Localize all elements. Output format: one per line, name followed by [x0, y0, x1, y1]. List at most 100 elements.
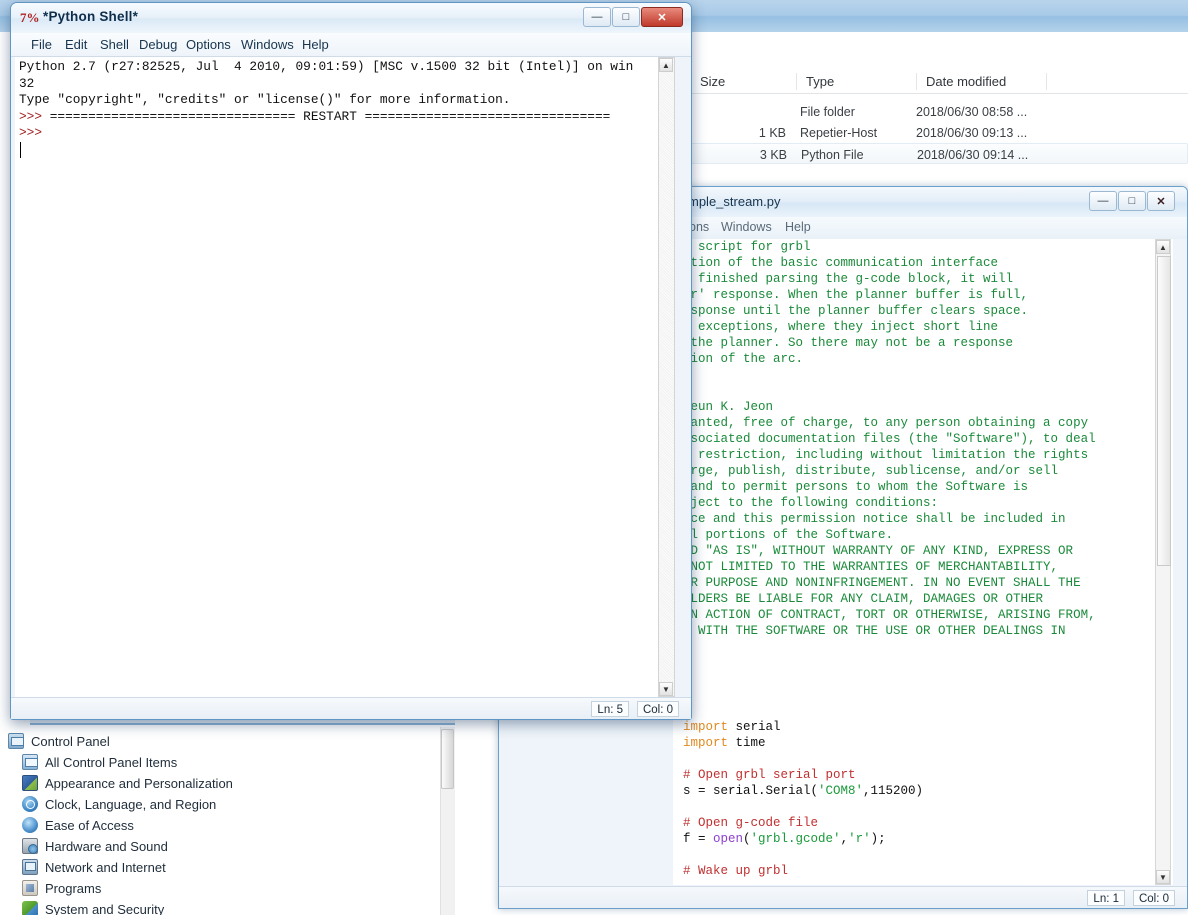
sidebar-item-control-panel[interactable]: Control Panel — [8, 731, 110, 752]
editor-code-line: # Open grbl serial port — [683, 768, 856, 782]
editor-docstring-line: al portions of the Software. — [683, 528, 894, 542]
programs-icon — [22, 880, 38, 896]
sidebar-item-clock-language-and-region[interactable]: Clock, Language, and Region — [22, 794, 216, 815]
system-security-icon — [22, 901, 38, 915]
sidebar-item-programs[interactable]: Programs — [22, 878, 101, 899]
editor-docstring-line: N WITH THE SOFTWARE OR THE USE OR OTHER … — [683, 624, 1066, 638]
sidebar-item-label: Programs — [45, 881, 102, 896]
editor-docstring-line: AN ACTION OF CONTRACT, TORT OR OTHERWISE… — [683, 608, 1096, 622]
editor-blank-line — [673, 655, 1173, 671]
restore-button[interactable]: □ — [1118, 191, 1146, 211]
menu-help[interactable]: Help — [785, 220, 811, 234]
column-header-size[interactable]: Size — [690, 73, 796, 90]
clock-icon — [22, 796, 38, 812]
editor-blank-line — [673, 703, 1173, 719]
editor-docstring-line: OLDERS BE LIABLE FOR ANY CLAIM, DAMAGES … — [683, 592, 1044, 606]
sidebar-item-system-and-security[interactable]: System and Security — [22, 899, 164, 915]
editor-scrollbar-thumb[interactable] — [1157, 256, 1171, 566]
editor-docstring-line: ED "AS IS", WITHOUT WARRANTY OF ANY KIND… — [683, 544, 1074, 558]
shell-vertical-scrollbar[interactable]: ▲ ▼ — [658, 57, 675, 697]
sidebar-item-hardware-and-sound[interactable]: Hardware and Sound — [22, 836, 168, 857]
network-icon — [22, 859, 38, 875]
minimize-button[interactable]: — — [1089, 191, 1117, 211]
ease-of-access-icon — [22, 817, 38, 833]
menu-windows[interactable]: Windows — [721, 220, 772, 234]
explorer-column-header: Size Type Date modified — [690, 68, 1188, 94]
minimize-button[interactable]: — — [583, 7, 611, 27]
python-shell-window[interactable]: 7% *Python Shell* — □ ✕ File Edit Shell … — [10, 2, 692, 720]
editor-docstring-line: ation of the basic communication interfa… — [683, 256, 999, 270]
menu-shell[interactable]: Shell — [100, 37, 129, 52]
editor-docstring-line — [673, 367, 1173, 383]
cell-date-modified: 2018/06/30 08:58 ... — [916, 105, 1028, 119]
editor-code-line: # Open g-code file — [683, 816, 819, 830]
sidebar-item-label: Control Panel — [31, 734, 110, 749]
scroll-down-arrow-icon[interactable]: ▼ — [659, 682, 673, 696]
shell-menubar: File Edit Shell Debug Options Windows He… — [11, 33, 691, 57]
table-row[interactable]: File folder 2018/06/30 08:58 ... — [690, 101, 1188, 122]
sidebar-item-all-control-panel-items[interactable]: All Control Panel Items — [22, 752, 177, 773]
table-row[interactable]: 1 KB Repetier-Host 2018/06/30 09:13 ... — [690, 122, 1188, 143]
cell-date-modified: 2018/06/30 09:14 ... — [917, 148, 1029, 162]
menu-edit[interactable]: Edit — [65, 37, 87, 52]
appearance-icon — [22, 775, 38, 791]
menu-debug[interactable]: Debug — [139, 37, 177, 52]
cell-type: File folder — [800, 105, 855, 119]
sidebar-item-label: Network and Internet — [45, 860, 166, 875]
cell-date-modified: 2018/06/30 09:13 ... — [916, 126, 1028, 140]
shell-output-area[interactable]: Python 2.7 (r27:82525, Jul 4 2010, 09:01… — [15, 57, 671, 697]
scroll-down-arrow-icon[interactable]: ▼ — [1156, 870, 1170, 884]
menu-windows[interactable]: Windows — [241, 37, 294, 52]
sidebar-item-ease-of-access[interactable]: Ease of Access — [22, 815, 134, 836]
column-header-spacer — [1046, 73, 1056, 90]
menu-help[interactable]: Help — [302, 37, 329, 52]
control-panel-scrollbar-thumb[interactable] — [441, 729, 454, 789]
menu-options[interactable]: ons — [689, 220, 709, 234]
editor-docstring-line: g script for grbl — [683, 240, 811, 254]
editor-blank-line — [673, 639, 1173, 655]
column-header-date-modified[interactable]: Date modified — [916, 73, 1046, 90]
editor-code-line: f = open('grbl.gcode','r'); — [683, 832, 886, 846]
editor-docstring-line: bject to the following conditions: — [683, 496, 939, 510]
shell-titlebar[interactable]: 7% *Python Shell* — □ ✕ — [11, 3, 691, 33]
editor-docstring-line: and to permit persons to whom the Softwa… — [683, 480, 1029, 494]
close-button[interactable]: ✕ — [641, 7, 683, 27]
sidebar-item-label: System and Security — [45, 902, 165, 915]
restore-button[interactable]: □ — [612, 7, 640, 27]
editor-docstring-line: tion of the arc. — [683, 352, 804, 366]
cell-size: 1 KB — [758, 126, 786, 140]
shell-cursor — [20, 141, 21, 158]
menu-options[interactable]: Options — [186, 37, 231, 52]
editor-code-line — [673, 847, 1173, 863]
sidebar-item-appearance-and-personalization[interactable]: Appearance and Personalization — [22, 773, 233, 794]
editor-docstring-line: the planner. So there may not be a respo… — [683, 336, 1014, 350]
editor-vertical-scrollbar[interactable]: ▲ ▼ — [1155, 239, 1171, 885]
sidebar-item-label: All Control Panel Items — [45, 755, 178, 770]
editor-statusbar: Ln: 1 Col: 0 — [499, 886, 1187, 908]
sidebar-item-network-and-internet[interactable]: Network and Internet — [22, 857, 166, 878]
table-row[interactable]: 3 KB Python File 2018/06/30 09:14 ... — [690, 143, 1188, 164]
editor-code-line — [673, 751, 1173, 767]
cell-size: 3 KB — [759, 148, 787, 162]
scroll-up-arrow-icon[interactable]: ▲ — [659, 58, 673, 72]
editor-docstring-line: NOT LIMITED TO THE WARRANTIES OF MERCHAN… — [683, 560, 1059, 574]
editor-docstring-line: . exceptions, where they inject short li… — [683, 320, 999, 334]
editor-blank-line — [673, 687, 1173, 703]
editor-docstring-line: ssociated documentation files (the "Soft… — [683, 432, 1096, 446]
cell-type: Repetier-Host — [800, 126, 878, 140]
editor-text-area[interactable]: g script for grbl ation of the basic comm… — [673, 239, 1173, 885]
editor-title: mple_stream.py — [688, 194, 781, 209]
column-header-type[interactable]: Type — [796, 73, 916, 90]
editor-docstring-line: or' response. When the planner buffer is… — [683, 288, 1029, 302]
menu-file[interactable]: File — [31, 37, 52, 52]
cell-size — [690, 104, 786, 120]
shell-prompt[interactable]: >>> — [19, 125, 671, 142]
editor-docstring-line: ice and this permission notice shall be … — [683, 512, 1066, 526]
editor-docstring-line: erge, publish, distribute, sublicense, a… — [683, 464, 1059, 478]
scroll-up-arrow-icon[interactable]: ▲ — [1156, 240, 1170, 254]
control-panel-nav-pane: Control Panel All Control Panel Items Ap… — [0, 727, 455, 915]
editor-code-line: s = serial.Serial('COM8',115200) — [683, 784, 924, 798]
shell-output-line: 32 — [19, 75, 35, 91]
editor-column-indicator: Col: 0 — [1132, 890, 1175, 906]
close-button[interactable]: ✕ — [1147, 191, 1175, 211]
